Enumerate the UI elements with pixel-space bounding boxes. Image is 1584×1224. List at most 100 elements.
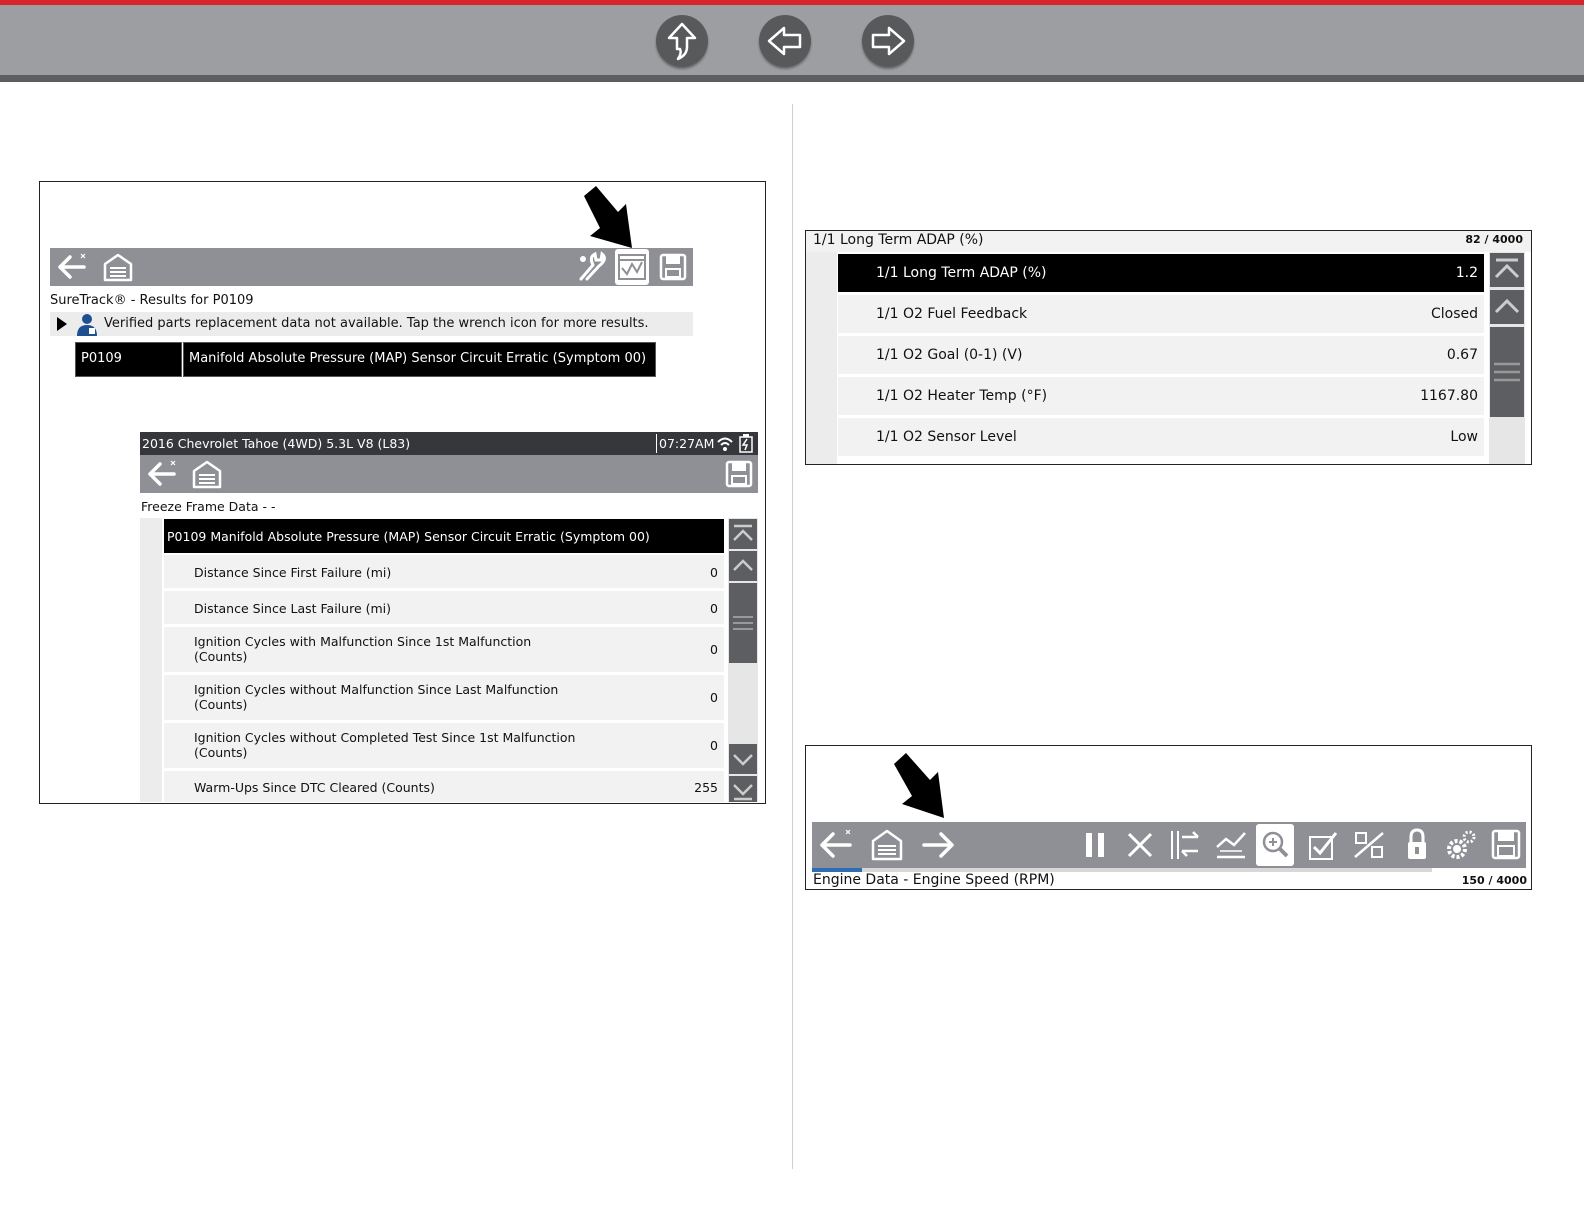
indent-gutter (806, 252, 837, 464)
freeze-frame-title: Freeze Frame Data - - (141, 499, 276, 514)
forward-arrow-button[interactable] (862, 15, 914, 67)
grip-icon (733, 616, 753, 630)
row-value: 0 (710, 565, 718, 580)
chevron-up-icon (733, 559, 753, 571)
callout-arrow-icon (894, 753, 944, 818)
back-arrow-button[interactable] (759, 15, 811, 67)
callout-arrow-icon (584, 186, 632, 248)
expand-triangle-icon[interactable] (56, 316, 68, 332)
row-label-line2: (Counts) (194, 649, 248, 664)
dtc-description: Manifold Absolute Pressure (MAP) Sensor … (189, 351, 647, 366)
double-up-icon (733, 524, 753, 541)
pid-label: 1/1 O2 Fuel Feedback (876, 306, 1028, 322)
graph-setup-icon[interactable] (1352, 827, 1386, 863)
row-value: 0 (710, 642, 718, 657)
close-icon[interactable] (1124, 828, 1156, 862)
pid-row[interactable]: 1/1 O2 Heater Temp (°F) 1167.80 (838, 377, 1484, 418)
scroll-thumb[interactable] (729, 583, 757, 663)
back-icon[interactable] (54, 250, 90, 284)
back-icon[interactable] (816, 826, 856, 864)
right-bottom-panel: Engine Data - Engine Speed (RPM) 150 / 4… (805, 745, 1532, 890)
lock-icon[interactable] (1402, 827, 1432, 863)
top-nav-shadow (0, 75, 1584, 82)
freeze-frame-screen: 2016 Chevrolet Tahoe (4WD) 5.3L V8 (L83)… (140, 432, 758, 802)
pid-label: 1/1 Long Term ADAP (%) (876, 265, 1047, 281)
graph-title: Engine Data - Engine Speed (RPM) (813, 872, 1055, 888)
pid-row-selected[interactable]: 1/1 Long Term ADAP (%) 1.2 (838, 254, 1484, 292)
wifi-icon (717, 437, 733, 451)
freeze-frame-toolbar (140, 455, 758, 493)
table-row[interactable]: Ignition Cycles with Malfunction Since 1… (164, 627, 724, 675)
scroll-bottom-button[interactable] (729, 776, 757, 802)
pid-value: 1167.80 (1420, 388, 1478, 404)
double-down-icon (733, 784, 753, 801)
freeze-frame-header: P0109 Manifold Absolute Pressure (MAP) S… (167, 529, 650, 544)
pid-label: 1/1 O2 Heater Temp (°F) (876, 388, 1048, 404)
scroll-top-button[interactable] (729, 519, 757, 549)
suretrack-title: SureTrack® - Results for P0109 (50, 293, 254, 308)
graph-view-button[interactable] (615, 249, 649, 285)
scroll-up-button[interactable] (729, 551, 757, 581)
sample-counter: 82 / 4000 (1465, 233, 1523, 246)
wrench-icon[interactable] (575, 251, 607, 283)
panel-title: 1/1 Long Term ADAP (%) (813, 232, 984, 248)
save-icon[interactable] (1490, 828, 1522, 862)
up-arrow-icon (667, 22, 697, 61)
pause-icon[interactable] (1080, 828, 1110, 862)
back-icon[interactable] (144, 457, 180, 491)
suretrack-toolbar (50, 248, 693, 286)
checkmark-icon[interactable] (1306, 827, 1340, 863)
pid-row[interactable]: 1/1 O2 Sensor Level Low (838, 418, 1484, 459)
zoom-icon (1262, 831, 1289, 858)
table-row[interactable]: Ignition Cycles without Completed Test S… (164, 723, 724, 771)
home-icon[interactable] (870, 828, 904, 862)
dtc-code: P0109 (81, 351, 122, 366)
left-arrow-icon (767, 26, 802, 56)
pid-value: Low (1450, 429, 1478, 445)
pid-value: Closed (1430, 306, 1478, 322)
pid-row[interactable]: 1/1 O2 Fuel Feedback Closed (838, 295, 1484, 336)
panel-header: 1/1 Long Term ADAP (%) 82 / 4000 (806, 231, 1531, 252)
up-arrow-button[interactable] (656, 15, 708, 67)
table-row[interactable]: Warm-Ups Since DTC Cleared (Counts) 255 (164, 771, 724, 802)
scrollbar[interactable] (728, 518, 758, 802)
scroll-top-button[interactable] (1490, 253, 1524, 287)
row-value: 0 (710, 738, 718, 753)
row-label: Ignition Cycles without Malfunction Sinc… (194, 682, 559, 697)
scroll-thumb[interactable] (1490, 327, 1524, 417)
table-row[interactable]: Distance Since First Failure (mi) 0 (164, 555, 724, 591)
left-figure-panel: SureTrack® - Results for P0109 Verified … (39, 181, 766, 804)
home-icon[interactable] (191, 459, 223, 489)
column-divider (792, 104, 793, 1169)
zoom-button[interactable] (1256, 824, 1294, 866)
sample-counter: 150 / 4000 (1461, 874, 1527, 887)
trend-icon[interactable] (1214, 827, 1248, 863)
home-icon[interactable] (102, 252, 134, 282)
gear-icon[interactable] (1444, 827, 1478, 863)
save-icon[interactable] (658, 252, 688, 282)
forward-icon[interactable] (920, 828, 958, 862)
indent-gutter (140, 518, 162, 802)
save-icon[interactable] (724, 459, 754, 489)
battery-icon (739, 434, 753, 453)
scrollbar[interactable] (1489, 252, 1525, 464)
scroll-up-button[interactable] (1490, 290, 1524, 324)
pid-label: 1/1 O2 Goal (0-1) (V) (876, 347, 1023, 363)
right-arrow-icon (871, 26, 906, 56)
table-row[interactable]: Distance Since Last Failure (mi) 0 (164, 591, 724, 627)
scroll-down-button[interactable] (729, 744, 757, 774)
chevron-down-icon (733, 754, 753, 766)
clock-time: 07:27AM (659, 436, 715, 451)
table-row[interactable]: Ignition Cycles without Malfunction Sinc… (164, 675, 724, 723)
dtc-description-cell[interactable]: Manifold Absolute Pressure (MAP) Sensor … (183, 342, 656, 377)
pid-label: 1/1 O2 Sensor Level (876, 429, 1017, 445)
freeze-frame-header-row[interactable]: P0109 Manifold Absolute Pressure (MAP) S… (164, 519, 724, 553)
top-accent-stripe (0, 0, 1584, 5)
row-value: 0 (710, 690, 718, 705)
previous-frame-icon[interactable] (1168, 827, 1202, 863)
row-label: Ignition Cycles with Malfunction Since 1… (194, 634, 532, 649)
pid-value: 1.2 (1455, 265, 1478, 281)
dtc-code-cell[interactable]: P0109 (75, 342, 182, 377)
technician-icon (77, 314, 97, 336)
pid-row[interactable]: 1/1 O2 Goal (0-1) (V) 0.67 (838, 336, 1484, 377)
